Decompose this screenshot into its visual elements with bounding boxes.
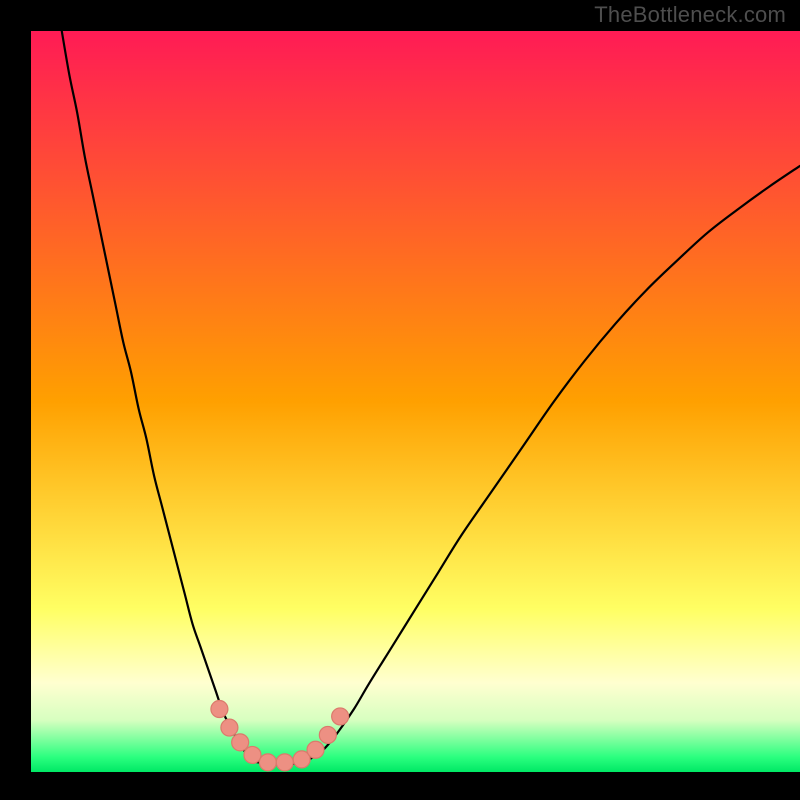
valley-marker [319, 726, 336, 743]
valley-marker [211, 701, 228, 718]
valley-marker [232, 734, 249, 751]
valley-marker [221, 719, 238, 736]
valley-marker [259, 754, 276, 771]
watermark-text: TheBottleneck.com [594, 2, 786, 28]
valley-marker [307, 741, 324, 758]
chart-frame: TheBottleneck.com [0, 0, 800, 800]
bottleneck-curve-plot [0, 0, 800, 800]
valley-marker [276, 754, 293, 771]
valley-marker [332, 708, 349, 725]
valley-marker [244, 746, 261, 763]
gradient-background [31, 31, 800, 772]
